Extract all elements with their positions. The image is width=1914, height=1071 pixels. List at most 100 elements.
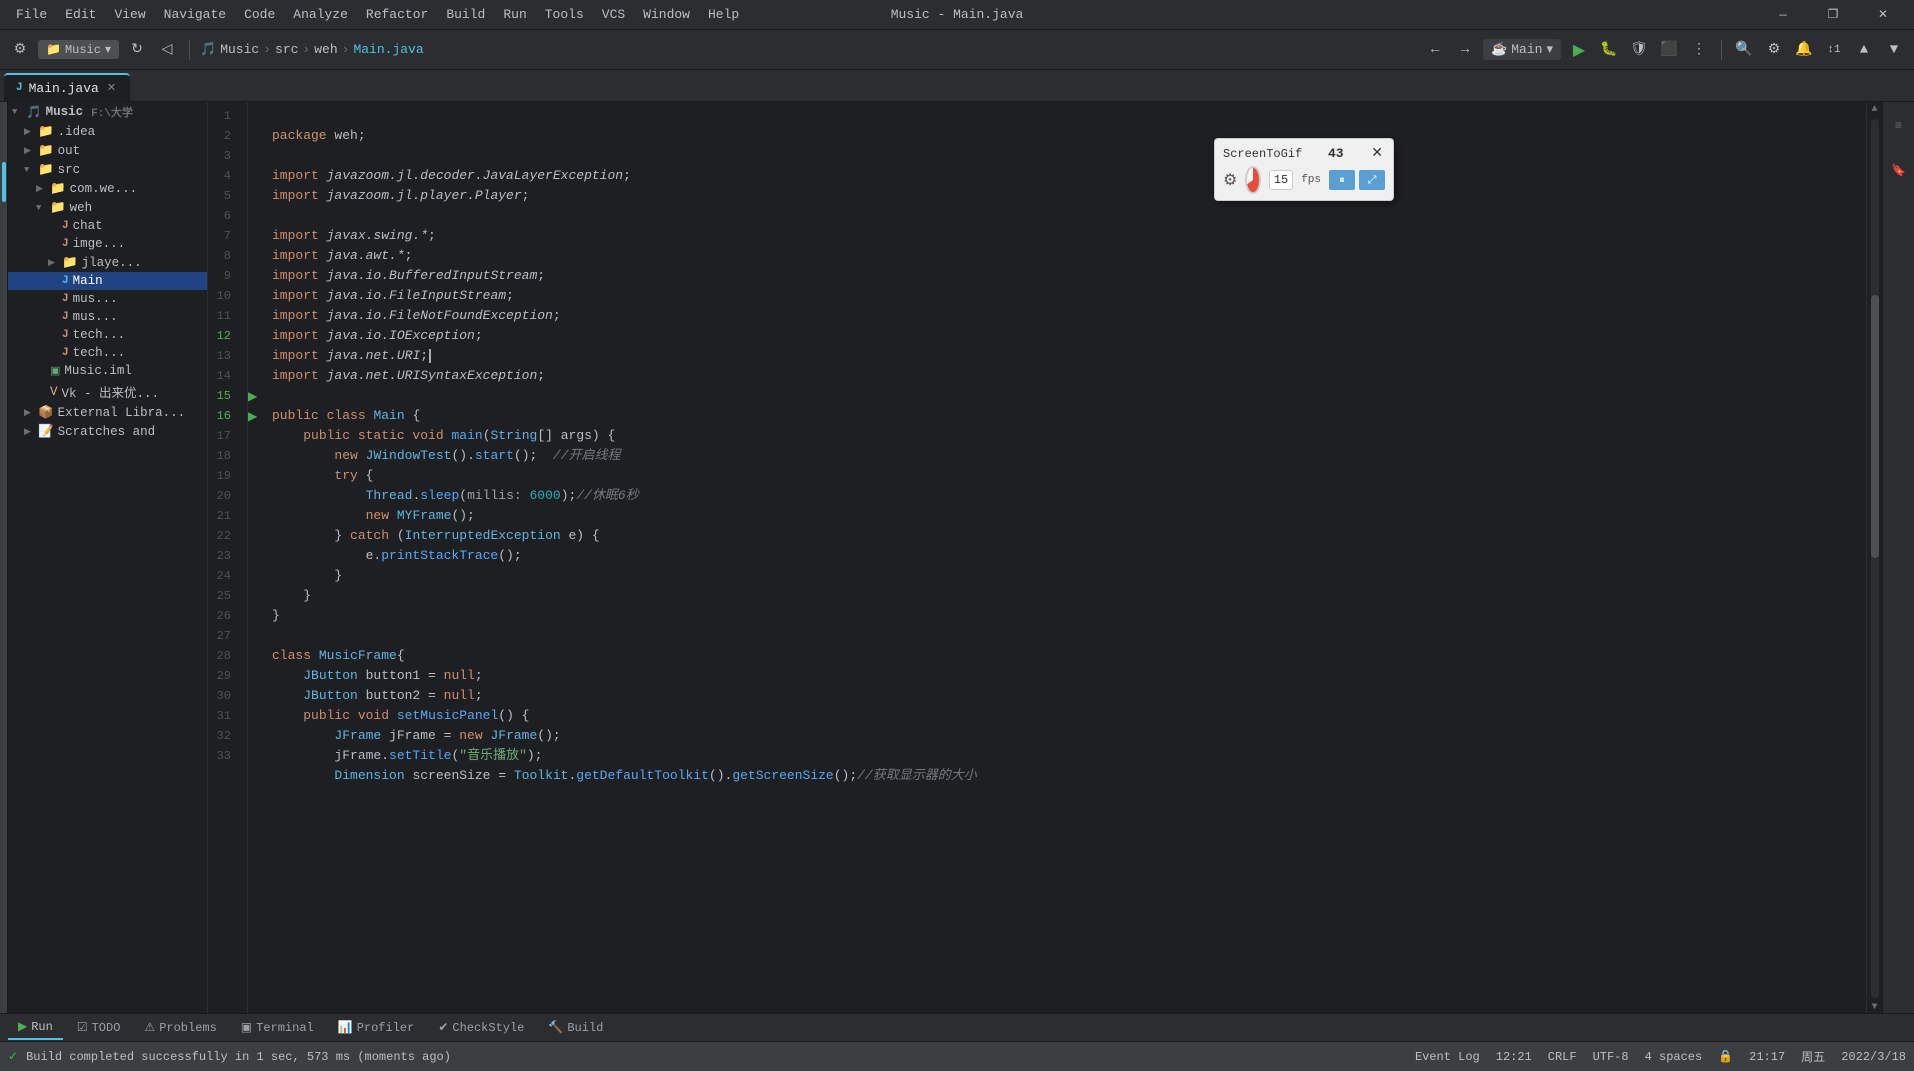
breadcrumb-weh[interactable]: weh xyxy=(314,42,337,57)
breadcrumb-src[interactable]: src xyxy=(275,42,298,57)
code-content[interactable]: package weh; import javazoom.jl.decoder.… xyxy=(264,102,1866,1013)
menu-tools[interactable]: Tools xyxy=(537,5,592,24)
coverage-button[interactable]: 🛡 xyxy=(1627,38,1651,62)
back-icon[interactable]: ← xyxy=(1423,38,1447,62)
stg-close-button[interactable]: ✕ xyxy=(1369,145,1385,162)
tab-close-button[interactable]: ✕ xyxy=(105,80,118,96)
settings-icon-2[interactable]: ⚙ xyxy=(1762,38,1786,62)
project-selector[interactable]: 📁 Music ▾ xyxy=(38,40,119,59)
breadcrumb-project[interactable]: Music xyxy=(220,42,259,57)
up-arrow-icon[interactable]: ▲ xyxy=(1852,38,1876,62)
menu-build[interactable]: Build xyxy=(438,5,493,24)
structure-icon[interactable]: ≡ xyxy=(1883,110,1914,142)
minimize-button[interactable]: — xyxy=(1760,0,1806,30)
scroll-track[interactable] xyxy=(1871,119,1879,998)
stop-button[interactable]: ⬛ xyxy=(1657,38,1681,62)
menu-edit[interactable]: Edit xyxy=(57,5,104,24)
breadcrumb-file[interactable]: Main.java xyxy=(353,42,423,57)
sync-icon[interactable]: ↻ xyxy=(125,38,149,62)
notifications-icon[interactable]: 🔔 xyxy=(1792,38,1816,62)
gutter-16[interactable]: ▶ xyxy=(248,406,264,426)
run-indicator-15[interactable]: ▶ xyxy=(248,389,257,404)
encoding-indicator[interactable]: UTF-8 xyxy=(1593,1050,1629,1064)
down-arrow-icon[interactable]: ▼ xyxy=(1882,38,1906,62)
menu-file[interactable]: File xyxy=(8,5,55,24)
menu-navigate[interactable]: Navigate xyxy=(156,5,234,24)
tab-java-icon: J xyxy=(16,82,23,94)
stg-pause-button[interactable]: ⏸ xyxy=(1329,170,1355,190)
tree-vk[interactable]: ▶ V Vk - 出来优... xyxy=(8,380,207,403)
tree-out[interactable]: ▶ 📁 out xyxy=(8,141,207,160)
scroll-down-arrow[interactable]: ▼ xyxy=(1871,1002,1877,1013)
debug-button[interactable]: 🐛 xyxy=(1597,38,1621,62)
line-num-23: 23 xyxy=(208,546,239,566)
line-sep-indicator[interactable]: CRLF xyxy=(1548,1050,1577,1064)
tab-problems[interactable]: ⚠ Problems xyxy=(134,1016,226,1039)
right-activity-bar: ≡ 🔖 xyxy=(1882,102,1914,1013)
run-button[interactable]: ▶ xyxy=(1567,38,1591,62)
stg-fps-value: 15 xyxy=(1274,173,1288,187)
tab-todo[interactable]: ☑ TODO xyxy=(67,1016,131,1039)
menu-refactor[interactable]: Refactor xyxy=(358,5,436,24)
project-tree[interactable]: ▼ 🎵 Music F:\大学 ▶ 📁 .idea ▶ 📁 out ▼ 📁 sr… xyxy=(8,102,208,1013)
gutter-15[interactable]: ▶ xyxy=(248,386,264,406)
tree-main[interactable]: ▶ J Main xyxy=(8,272,207,290)
tree-tech1[interactable]: ▶ J tech... xyxy=(8,326,207,344)
tree-src[interactable]: ▼ 📁 src xyxy=(8,160,207,179)
tab-terminal[interactable]: ▣ Terminal xyxy=(231,1016,324,1039)
line-col-indicator[interactable]: 12:21 xyxy=(1496,1050,1532,1064)
tree-weh[interactable]: ▼ 📁 weh xyxy=(8,198,207,217)
right-scrollbar[interactable]: ▲ ▼ xyxy=(1866,102,1882,1013)
tab-main-java[interactable]: J Main.java ✕ xyxy=(4,73,130,101)
tree-com[interactable]: ▶ 📁 com.we... xyxy=(8,179,207,198)
stg-fps-box[interactable]: 15 xyxy=(1269,170,1293,190)
code-editor[interactable]: 1 2 3 4 5 6 7 8 9 10 11 12 13 14 15 16 1… xyxy=(208,102,1882,1013)
code-line-13: import java.net.URISyntaxException; xyxy=(272,368,545,383)
tree-idea[interactable]: ▶ 📁 .idea xyxy=(8,122,207,141)
menu-analyze[interactable]: Analyze xyxy=(285,5,356,24)
tree-imge[interactable]: ▶ J imge... xyxy=(8,235,207,253)
maximize-button[interactable]: ❐ xyxy=(1810,0,1856,30)
breadcrumb: 🎵 Music › src › weh › Main.java xyxy=(200,42,424,57)
menu-window[interactable]: Window xyxy=(635,5,698,24)
tree-tech2[interactable]: ▶ J tech... xyxy=(8,344,207,362)
tree-external[interactable]: ▶ 📦 External Libra... xyxy=(8,403,207,422)
tree-jlaye[interactable]: ▶ 📁 jlaye... xyxy=(8,253,207,272)
scroll-up-arrow[interactable]: ▲ xyxy=(1871,104,1877,115)
menu-help[interactable]: Help xyxy=(700,5,747,24)
tree-chat[interactable]: ▶ J chat xyxy=(8,217,207,235)
run-gutter-area: ▶ ▶ xyxy=(248,102,264,1013)
forward-icon[interactable]: → xyxy=(1453,38,1477,62)
line-num-24: 24 xyxy=(208,566,239,586)
event-log-label[interactable]: Event Log xyxy=(1415,1050,1480,1064)
menu-view[interactable]: View xyxy=(106,5,153,24)
tree-music-iml[interactable]: ▶ ▣ Music.iml xyxy=(8,362,207,380)
tree-scratches[interactable]: ▶ 📝 Scratches and xyxy=(8,422,207,441)
bookmark-icon[interactable]: 🔖 xyxy=(1883,154,1914,186)
menu-run[interactable]: Run xyxy=(495,5,534,24)
tree-root[interactable]: ▼ 🎵 Music F:\大学 xyxy=(8,102,207,122)
indent-indicator[interactable]: 4 spaces xyxy=(1645,1050,1703,1064)
tree-mus2[interactable]: ▶ J mus... xyxy=(8,308,207,326)
stg-expand-button[interactable]: ⤢ xyxy=(1359,170,1385,190)
settings-icon[interactable]: ⚙ xyxy=(8,38,32,62)
close-button[interactable]: ✕ xyxy=(1860,0,1906,30)
folder-icon: 📁 xyxy=(50,200,66,215)
more-actions-icon[interactable]: ⋮ xyxy=(1687,38,1711,62)
code-line-29: JButton button2 = null; xyxy=(272,688,483,703)
menu-code[interactable]: Code xyxy=(236,5,283,24)
stg-settings-icon[interactable]: ⚙ xyxy=(1223,170,1237,190)
history-icon[interactable]: ◁ xyxy=(155,38,179,62)
menu-vcs[interactable]: VCS xyxy=(594,5,633,24)
tab-build[interactable]: 🔨 Build xyxy=(538,1016,613,1039)
run-indicator-16[interactable]: ▶ xyxy=(248,409,257,424)
search-everywhere-icon[interactable]: 🔍 xyxy=(1732,38,1756,62)
tab-run[interactable]: ▶ Run xyxy=(8,1015,63,1040)
run-configuration[interactable]: ☕ Main ▾ xyxy=(1483,39,1561,60)
line-nav-icon[interactable]: ↕1 xyxy=(1822,38,1846,62)
tab-checkstyle[interactable]: ✔ CheckStyle xyxy=(428,1016,534,1039)
java-file-icon: J xyxy=(62,238,69,250)
run-controls: ← → ☕ Main ▾ ▶ 🐛 🛡 ⬛ ⋮ 🔍 ⚙ 🔔 ↕1 ▲ ▼ xyxy=(1423,38,1906,62)
tree-mus1[interactable]: ▶ J mus... xyxy=(8,290,207,308)
tab-profiler[interactable]: 📊 Profiler xyxy=(328,1016,425,1039)
